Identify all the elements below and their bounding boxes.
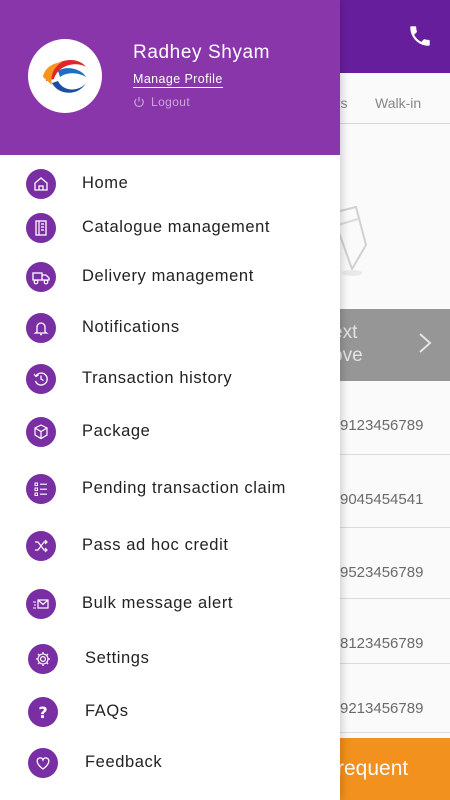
avatar[interactable] [28,39,102,113]
menu-item-delivery-management[interactable]: Delivery management [0,257,340,297]
menu-label: Home [82,174,129,192]
menu-item-home[interactable]: Home [0,164,340,204]
menu-item-pass-ad-hoc-credit[interactable]: Pass ad hoc credit [0,526,340,566]
profile-header: Radhey Shyam Manage Profile Logout [0,0,340,155]
navigation-drawer: Radhey Shyam Manage Profile Logout Home … [0,0,340,800]
menu-label: Bulk message alert [82,594,234,612]
menu-item-catalogue-management[interactable]: Catalogue management [0,208,340,248]
menu-label: FAQs [85,702,129,720]
menu-item-notifications[interactable]: Notifications [0,308,340,348]
send-mail-icon [26,589,56,619]
delivery-icon [26,262,56,292]
menu-label: Package [82,422,151,440]
menu-label: Settings [85,649,150,667]
history-icon [26,364,56,394]
gear-icon [28,644,58,674]
package-icon [26,417,56,447]
home-icon [26,169,56,199]
menu-item-faqs[interactable]: ? FAQs [0,692,340,732]
power-icon [134,97,144,108]
profile-name: Radhey Shyam [133,42,271,63]
logout-button[interactable]: Logout [133,95,190,109]
catalogue-icon [26,213,56,243]
menu-item-package[interactable]: Package [0,412,340,452]
shuffle-icon [26,531,56,561]
heart-icon [28,748,58,778]
menu-label: Delivery management [82,267,254,285]
menu-label: Transaction history [82,369,233,387]
menu-label: Feedback [85,753,163,771]
checklist-icon [26,474,56,504]
menu-label: Catalogue management [82,218,271,236]
menu-label: Pass ad hoc credit [82,536,229,554]
company-logo-icon [39,50,91,102]
menu-label: Pending transaction claim [82,479,286,497]
menu-item-feedback[interactable]: Feedback [0,743,340,783]
manage-profile-link[interactable]: Manage Profile [133,72,223,88]
menu-label: Notifications [82,318,180,336]
bell-icon [26,313,56,343]
menu-item-transaction-history[interactable]: Transaction history [0,359,340,399]
menu-item-pending-transaction-claim[interactable]: Pending transaction claim [0,469,340,509]
logout-label: Logout [151,95,191,109]
menu-item-settings[interactable]: Settings [0,639,340,679]
menu-item-bulk-message-alert[interactable]: Bulk message alert [0,584,340,624]
question-icon: ? [28,697,58,727]
